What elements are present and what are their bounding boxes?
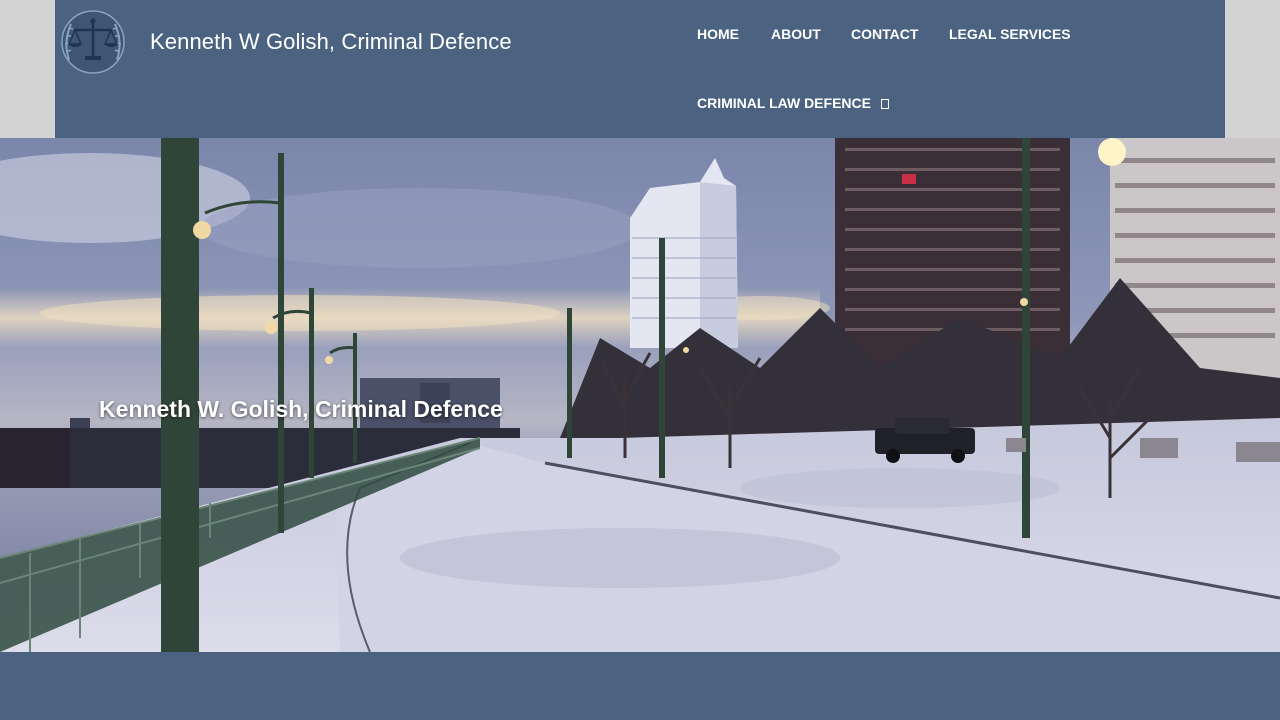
nav-criminal-law-defence[interactable]: CRIMINAL LAW DEFENCE [697,95,889,111]
nav-contact[interactable]: CONTACT [851,26,918,42]
nav-about[interactable]: ABOUT [771,26,821,42]
nav-home[interactable]: HOME [697,26,739,42]
site-header: Kenneth W Golish, Criminal Defence HOME … [55,0,1225,138]
hero-title: Kenneth W. Golish, Criminal Defence [99,396,503,422]
nav-criminal-law-defence-label: CRIMINAL LAW DEFENCE [697,95,871,111]
scales-of-justice-icon[interactable] [55,8,131,76]
site-title[interactable]: Kenneth W Golish, Criminal Defence [150,29,512,55]
hero-banner: Kenneth W. Golish, Criminal Defence [0,138,1280,652]
nav-legal-services[interactable]: LEGAL SERVICES [949,26,1071,42]
snowy-waterfront-promenade-photo [0,138,1280,652]
footer-band [0,652,1280,720]
dropdown-icon[interactable] [880,99,889,109]
